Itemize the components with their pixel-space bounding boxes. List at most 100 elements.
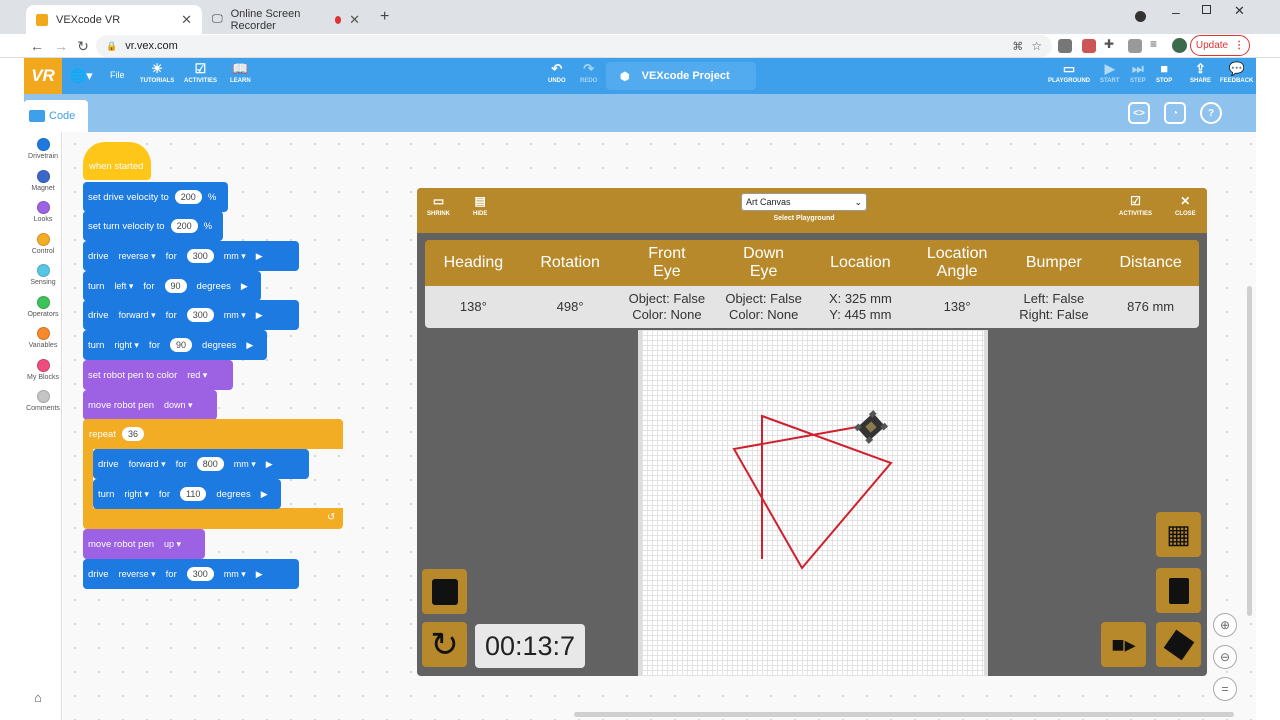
sprite-icon[interactable]: ⌂ [34, 690, 42, 705]
direction-dropdown[interactable]: reverse ▾ [119, 251, 156, 262]
close-tab-icon[interactable]: ✕ [349, 12, 360, 28]
drive-block[interactable]: drive reverse ▾ for 300 mm ▾ ▶ [83, 241, 299, 271]
direction-dropdown[interactable]: left ▾ [114, 281, 133, 292]
back-icon[interactable]: ← [28, 37, 46, 55]
category-control[interactable]: Control [24, 232, 62, 255]
distance-input[interactable]: 300 [186, 308, 214, 322]
top-view-camera-button[interactable] [1156, 568, 1201, 613]
move-pen-block[interactable]: move robot pen down ▾ [83, 390, 217, 420]
extension-icon[interactable] [1082, 39, 1096, 53]
maximize-icon[interactable] [1202, 5, 1211, 14]
tutorials-button[interactable]: ☀ TUTORIALS [140, 62, 174, 85]
category-operators[interactable]: Operators [24, 295, 62, 318]
undo-button[interactable]: ↶ UNDO [548, 62, 566, 85]
unit-dropdown[interactable]: mm ▾ [234, 459, 256, 470]
hide-button[interactable]: ▤ HIDE [473, 194, 487, 217]
close-button[interactable]: ✕ CLOSE [1175, 194, 1196, 217]
playground-select[interactable]: Art Canvas ⌄ [741, 193, 867, 211]
bookmark-star-icon[interactable]: ☆ [1031, 39, 1042, 53]
playground-button[interactable]: ▭ PLAYGROUND [1048, 62, 1090, 85]
pen-position-dropdown[interactable]: up ▾ [164, 539, 181, 550]
tab-screen-recorder[interactable]: 🖵 Online Screen Recorder ✕ [202, 5, 370, 34]
drive-block[interactable]: drive forward ▾ for 300 mm ▾ ▶ [83, 300, 299, 330]
help-icon[interactable]: ? [1200, 102, 1222, 124]
direction-dropdown[interactable]: forward ▾ [119, 310, 156, 321]
activities-button[interactable]: ☑ ACTIVITIES [184, 62, 217, 85]
omnibox[interactable]: 🔒 vr.vex.com ⌘ ☆ [96, 35, 1052, 57]
direction-dropdown[interactable]: reverse ▾ [119, 569, 156, 580]
code-view-icon[interactable]: <> [1128, 102, 1150, 124]
drive-block[interactable]: drive forward ▾ for 800 mm ▾ ▶ [93, 449, 309, 479]
unit-dropdown[interactable]: mm ▾ [224, 251, 246, 262]
reset-button[interactable]: ↻ [422, 622, 467, 667]
tab-search-icon[interactable] [1135, 11, 1146, 22]
category-sensing[interactable]: Sensing [24, 264, 62, 286]
project-name[interactable]: ⬢ VEXcode Project [606, 62, 756, 90]
forward-icon[interactable]: → [52, 37, 70, 55]
reload-icon[interactable]: ↻ [74, 37, 92, 55]
monitor-gauge-icon[interactable]: ◔ [1164, 102, 1186, 124]
drive-block[interactable]: drive reverse ▾ for 300 mm ▾ ▶ [83, 559, 299, 589]
angle-input[interactable]: 90 [170, 338, 193, 352]
avatar[interactable] [1172, 38, 1187, 53]
cast-icon[interactable] [1128, 39, 1142, 53]
direction-dropdown[interactable]: right ▾ [124, 489, 149, 500]
angle-input[interactable]: 110 [180, 487, 207, 501]
unit-dropdown[interactable]: mm ▾ [224, 310, 246, 321]
set-pen-color-block[interactable]: set robot pen to color red ▾ [83, 360, 233, 390]
turn-block[interactable]: turn left ▾ for 90 degrees ▶ [83, 271, 261, 301]
set-turn-velocity-block[interactable]: set turn velocity to 200% [83, 211, 223, 241]
redo-button[interactable]: ↷ REDO [580, 62, 597, 85]
category-drivetrain[interactable]: Drivetrain [24, 138, 62, 160]
when-started-block[interactable]: when started [83, 142, 151, 180]
distance-input[interactable]: 300 [186, 567, 214, 581]
category-magnet[interactable]: Magnet [24, 169, 62, 192]
turn-block[interactable]: turn right ▾ for 110 degrees ▶ [93, 479, 281, 509]
distance-input[interactable]: 800 [196, 457, 224, 471]
shrink-button[interactable]: ▭ SHRINK [427, 194, 450, 217]
category-looks[interactable]: Looks [24, 201, 62, 223]
feedback-button[interactable]: 💬 FEEDBACK [1220, 62, 1253, 85]
move-pen-block[interactable]: move robot pen up ▾ [83, 529, 205, 559]
step-button[interactable]: ⏭ STEP [1130, 62, 1146, 85]
share-button[interactable]: ⇪ SHARE [1190, 62, 1211, 85]
zoom-reset-icon[interactable]: = [1213, 677, 1237, 701]
tab-vexcode-vr[interactable]: VEXcode VR ✕ [26, 5, 202, 34]
minimize-icon[interactable]: – [1172, 4, 1180, 20]
data-table-button[interactable]: ▦ [1156, 512, 1201, 557]
globe-icon[interactable]: 🌐▾ [70, 68, 93, 84]
zoom-out-icon[interactable]: ⊖ [1213, 645, 1237, 669]
distance-input[interactable]: 300 [186, 249, 214, 263]
video-camera-button[interactable]: ■▸ [1101, 622, 1146, 667]
category-comments[interactable]: Comments [24, 390, 62, 412]
extension-icon[interactable] [1058, 39, 1072, 53]
close-window-icon[interactable]: ✕ [1234, 3, 1245, 19]
vertical-scrollbar[interactable] [1247, 286, 1252, 616]
close-tab-icon[interactable]: ✕ [181, 12, 192, 28]
velocity-input[interactable]: 200 [174, 190, 202, 204]
repeat-count-input[interactable]: 36 [121, 427, 144, 441]
activities-button[interactable]: ☑ ACTIVITIES [1119, 194, 1152, 217]
puzzle-icon[interactable]: ✚ [1104, 37, 1114, 51]
stop-button[interactable] [422, 569, 467, 614]
pen-color-dropdown[interactable]: red ▾ [187, 370, 207, 381]
direction-dropdown[interactable]: right ▾ [114, 340, 139, 351]
horizontal-scrollbar[interactable] [574, 712, 1234, 717]
tab-code[interactable]: Code [24, 100, 88, 132]
direction-dropdown[interactable]: forward ▾ [129, 459, 166, 470]
set-drive-velocity-block[interactable]: set drive velocity to 200% [83, 182, 228, 212]
start-button[interactable]: ▶ START [1100, 62, 1120, 85]
turn-block[interactable]: turn right ▾ for 90 degrees ▶ [83, 330, 267, 360]
aligned-camera-button[interactable] [1156, 622, 1201, 667]
pen-position-dropdown[interactable]: down ▾ [164, 400, 193, 411]
category-my-blocks[interactable]: My Blocks [24, 358, 62, 381]
velocity-input[interactable]: 200 [170, 219, 198, 233]
zoom-in-icon[interactable]: ⊕ [1213, 613, 1237, 637]
angle-input[interactable]: 90 [164, 279, 187, 293]
learn-button[interactable]: 📖 LEARN [230, 62, 251, 85]
new-tab-icon[interactable]: + [380, 8, 389, 26]
qr-icon[interactable]: ⌘ [1012, 40, 1023, 53]
unit-dropdown[interactable]: mm ▾ [224, 569, 246, 580]
reading-list-icon[interactable]: ≡ [1150, 37, 1157, 51]
category-variables[interactable]: Variables [24, 327, 62, 349]
